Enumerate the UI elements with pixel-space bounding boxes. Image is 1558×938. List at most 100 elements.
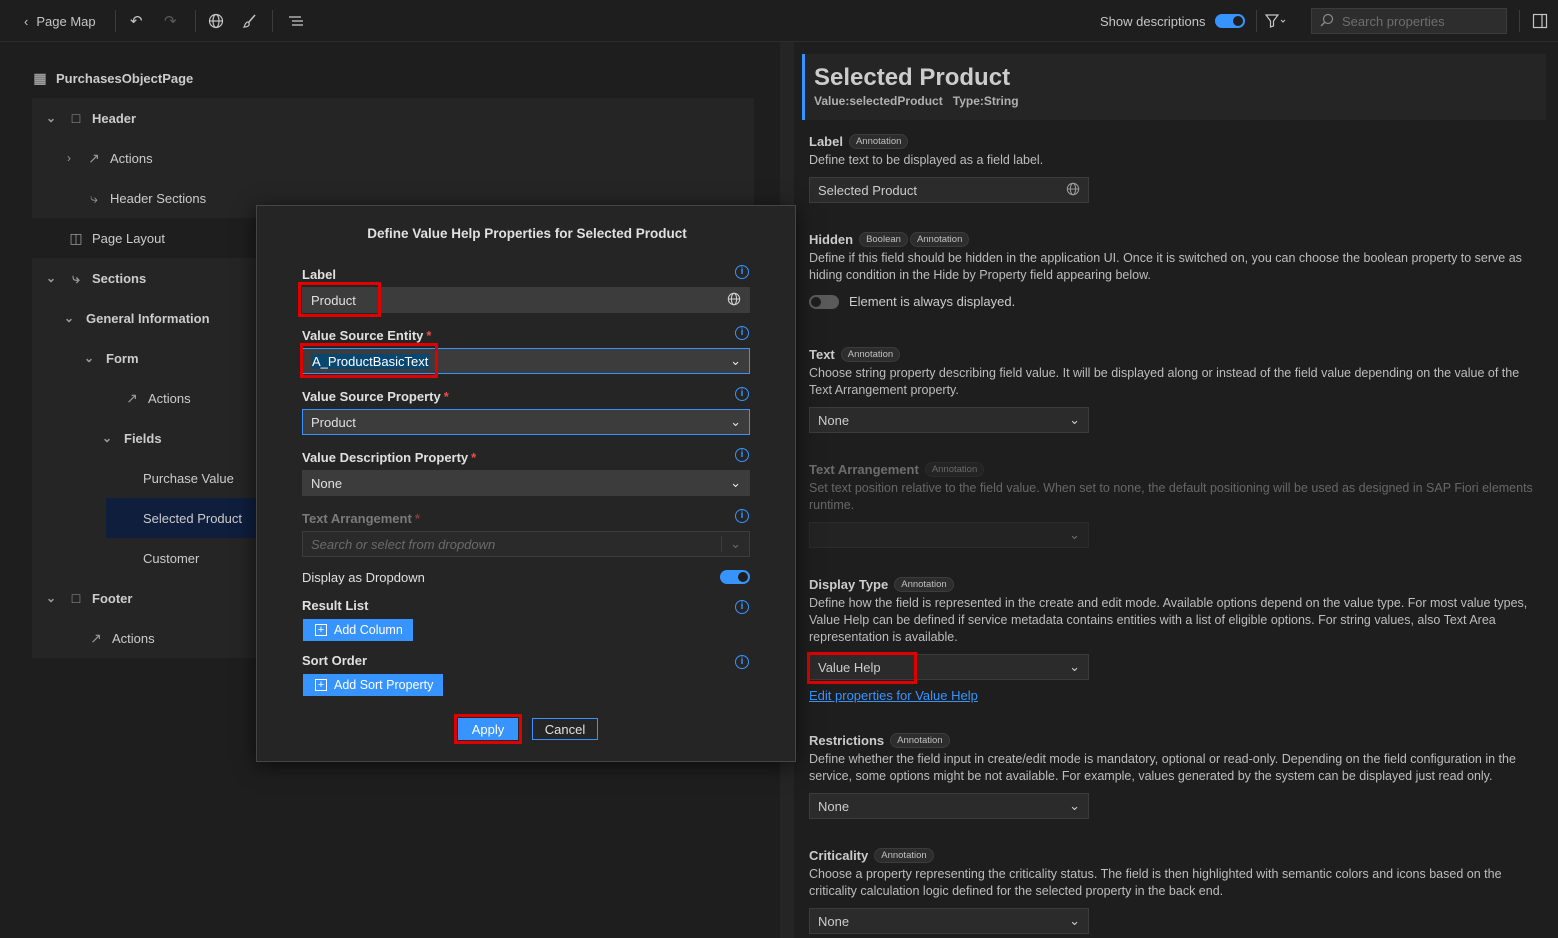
annotation-badge: Annotation [924,461,985,477]
filter-icon[interactable] [1265,11,1287,31]
value-source-property-select[interactable]: Product ⌄ [302,409,750,435]
highlight-box [298,282,381,317]
tree-item-sections[interactable]: ⌄ ⤷ Sections [44,258,146,298]
tree-root[interactable]: ▦ PurchasesObjectPage [32,58,193,98]
info-icon[interactable]: i [735,326,749,340]
type-text: String [983,94,1019,108]
chevron-down-icon: ⌄ [101,431,113,445]
tree-item-form-actions[interactable]: ↗ Actions [124,378,191,418]
tree-item-form[interactable]: ⌄ Form [82,338,139,378]
sort-order-label: Sort Order [302,653,368,668]
label-text: Value Source Entity [302,328,424,343]
globe-icon[interactable] [208,11,224,31]
chevron-down-icon: ⌄ [45,271,57,285]
label-input[interactable]: Selected Product [809,177,1089,203]
section-title: Display Type [809,576,889,592]
section-description: Define how the field is represented in t… [809,596,1528,644]
cancel-button[interactable]: Cancel [532,718,598,740]
tree-label: Sections [92,270,147,286]
toolbar-divider [195,10,196,32]
tree-label: Footer [92,590,133,606]
result-list-label: Result List [302,598,369,613]
add-sort-property-button[interactable]: + Add Sort Property [303,674,444,696]
required-mark: * [426,328,432,343]
property-subtitle: Value:selectedProduct Type:String [814,94,1546,108]
entity-field-label: Value Source Entity * [302,328,431,343]
show-descriptions-toggle[interactable] [1215,11,1245,31]
field-value: Selected Product [818,182,918,198]
button-label: Add Sort Property [334,678,434,692]
criticality-select[interactable]: None ⌄ [809,908,1089,934]
search-properties-field[interactable] [1311,8,1507,34]
info-icon[interactable]: i [735,448,749,462]
brush-icon[interactable] [242,11,258,31]
chevron-down-icon[interactable]: ⌄ [730,353,741,369]
value-text: selectedProduct [849,94,943,108]
tree-label: Customer [143,550,200,566]
undo-icon[interactable]: ↶ [130,11,143,31]
property-field-label: Value Source Property * [302,389,449,404]
chevron-down-icon: ⌄ [721,536,741,552]
text-section: Text Annotation Choose string property de… [809,345,1544,433]
section-title: Text Arrangement [809,461,919,477]
display-type-select[interactable]: Value Help ⌄ [807,652,1089,684]
chevron-down-icon: ⌄ [1069,412,1080,427]
tree-item-header-sections[interactable]: ⤷ Header Sections [86,178,206,218]
action-icon: ↗ [126,389,138,406]
chevron-down-icon[interactable]: ⌄ [730,475,741,491]
back-button[interactable]: ‹ Page Map [24,11,96,31]
outline-icon[interactable] [287,11,305,31]
label-field-label: Label [302,267,336,282]
apply-button[interactable]: Apply [454,714,522,744]
selected-value: Product [311,414,356,430]
tree-item-general-information[interactable]: ⌄ General Information [62,298,210,338]
tree-item-header[interactable]: ⌄ □ Header [44,98,136,138]
panel-toggle-icon[interactable] [1532,11,1548,31]
info-icon[interactable]: i [735,387,749,401]
tree-item-selected-product[interactable]: Selected Product [106,498,266,538]
text-arrangement-field-label: Text Arrangement * [302,511,420,526]
info-icon[interactable]: i [735,265,749,279]
chevron-down-icon: ⌄ [83,351,95,365]
show-descriptions-label: Show descriptions [1100,13,1206,29]
selected-value: None [311,475,343,491]
text-select[interactable]: None ⌄ [809,407,1089,433]
tree-root-label: PurchasesObjectPage [56,70,194,86]
annotation-badge: Annotation [909,231,970,247]
tree-item-footer-actions[interactable]: ↗ Actions [88,618,155,658]
restrictions-select[interactable]: None ⌄ [809,793,1089,819]
info-icon[interactable]: i [735,600,749,614]
search-input[interactable] [1342,13,1502,29]
info-icon[interactable]: i [735,509,749,523]
edit-value-help-link[interactable]: Edit properties for Value Help [809,688,978,703]
add-column-button[interactable]: + Add Column [303,619,413,641]
tree-item-fields[interactable]: ⌄ Fields [100,418,162,458]
section-title: Label [809,133,843,149]
criticality-section: Criticality Annotation Choose a property … [809,846,1544,934]
tree-item-purchase-value[interactable]: Purchase Value [143,458,234,498]
section-description: Define text to be displayed as a field l… [809,153,1044,167]
tree-item-page-layout[interactable]: ◫ Page Layout [68,218,165,258]
section-title: Criticality [809,847,869,863]
button-label: Add Column [334,623,403,637]
chevron-down-icon[interactable]: ⌄ [730,414,741,430]
tree-item-footer[interactable]: ⌄ □ Footer [44,578,132,618]
placeholder-text: Search or select from dropdown [311,536,496,552]
label-text: Text Arrangement [302,511,412,526]
label-section: Label Annotation Define text to be displa… [809,132,1544,203]
action-icon: ↗ [88,149,100,166]
display-as-dropdown-toggle[interactable] [720,570,750,584]
highlight-box [300,343,438,378]
info-icon[interactable]: i [735,655,749,669]
value-description-property-select[interactable]: None ⌄ [302,470,750,496]
globe-icon[interactable] [727,292,741,309]
globe-icon[interactable] [1066,182,1080,199]
tree-item-customer[interactable]: Customer [143,538,199,578]
redo-icon[interactable]: ↷ [164,11,177,31]
hidden-toggle[interactable] [809,294,839,309]
chevron-down-icon: ⌄ [1069,798,1080,813]
sections-icon: ⤷ [90,189,98,206]
chevron-down-icon: ⌄ [45,591,57,605]
text-arrangement-section: Text Arrangement Annotation Set text posi… [809,460,1544,548]
tree-item-header-actions[interactable]: › ↗ Actions [62,138,153,178]
